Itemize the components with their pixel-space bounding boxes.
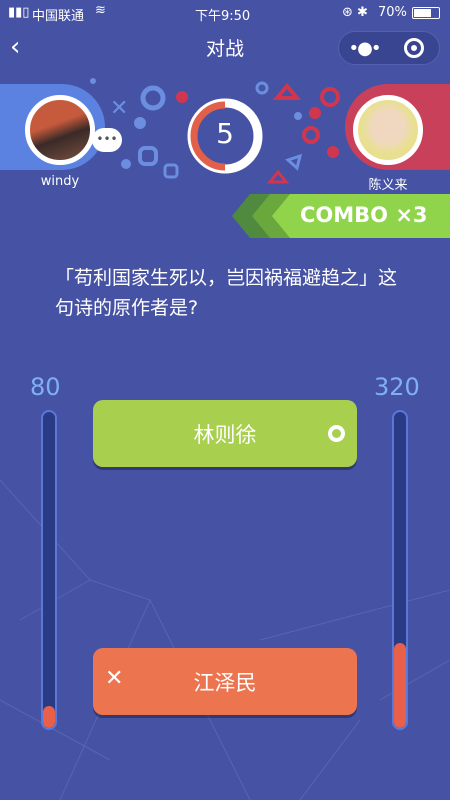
clock: 下午9:50 [195, 9, 251, 24]
answer-option-wrong[interactable]: ✕ 江泽民 [93, 648, 357, 715]
answer-option-correct[interactable]: 林则徐 [93, 400, 357, 467]
question-text: 「苟利国家生死以，岂因祸福避趋之」这句诗的原作者是? [55, 267, 398, 319]
more-button[interactable]: •●• [339, 32, 389, 64]
close-button[interactable] [389, 32, 439, 64]
answer-label: 林则徐 [193, 422, 257, 447]
player-name-right: 陈义来 [368, 178, 408, 193]
carrier: 中国联通 [32, 9, 85, 24]
battery-icon [412, 7, 440, 19]
wifi-icon: ≋ [95, 3, 106, 18]
score-bar-right [392, 410, 408, 730]
score-fill-right [394, 642, 406, 728]
capsule-menu: •●• [338, 31, 440, 65]
battery-percent: 70% [378, 5, 407, 20]
bluetooth-icon: ⊛ ✱ [342, 5, 368, 20]
combo-label: COMBO ×3 [300, 203, 428, 227]
svg-text:✕: ✕ [110, 96, 128, 121]
timer-value: 5 [216, 117, 234, 150]
signal-icon: ▮▮▯ [8, 5, 30, 20]
score-left: 80 [30, 373, 61, 401]
score-right: 320 [374, 373, 420, 401]
score-bar-left [41, 410, 57, 730]
avatar-left[interactable] [25, 95, 95, 165]
correct-circle-icon [328, 425, 345, 442]
more-dots-icon: •●• [348, 37, 382, 59]
chat-bubble-icon[interactable]: ••• [92, 128, 122, 152]
wrong-cross-icon: ✕ [105, 666, 124, 691]
score-fill-left [43, 705, 55, 728]
player-name-left: windy [40, 174, 80, 189]
answer-label: 江泽民 [193, 670, 257, 695]
status-bar: ▮▮▯ 中国联通 ≋ 下午9:50 ⊛ ✱ 70% [0, 0, 450, 26]
avatar-right[interactable] [353, 95, 423, 165]
target-circle-icon [404, 38, 424, 58]
